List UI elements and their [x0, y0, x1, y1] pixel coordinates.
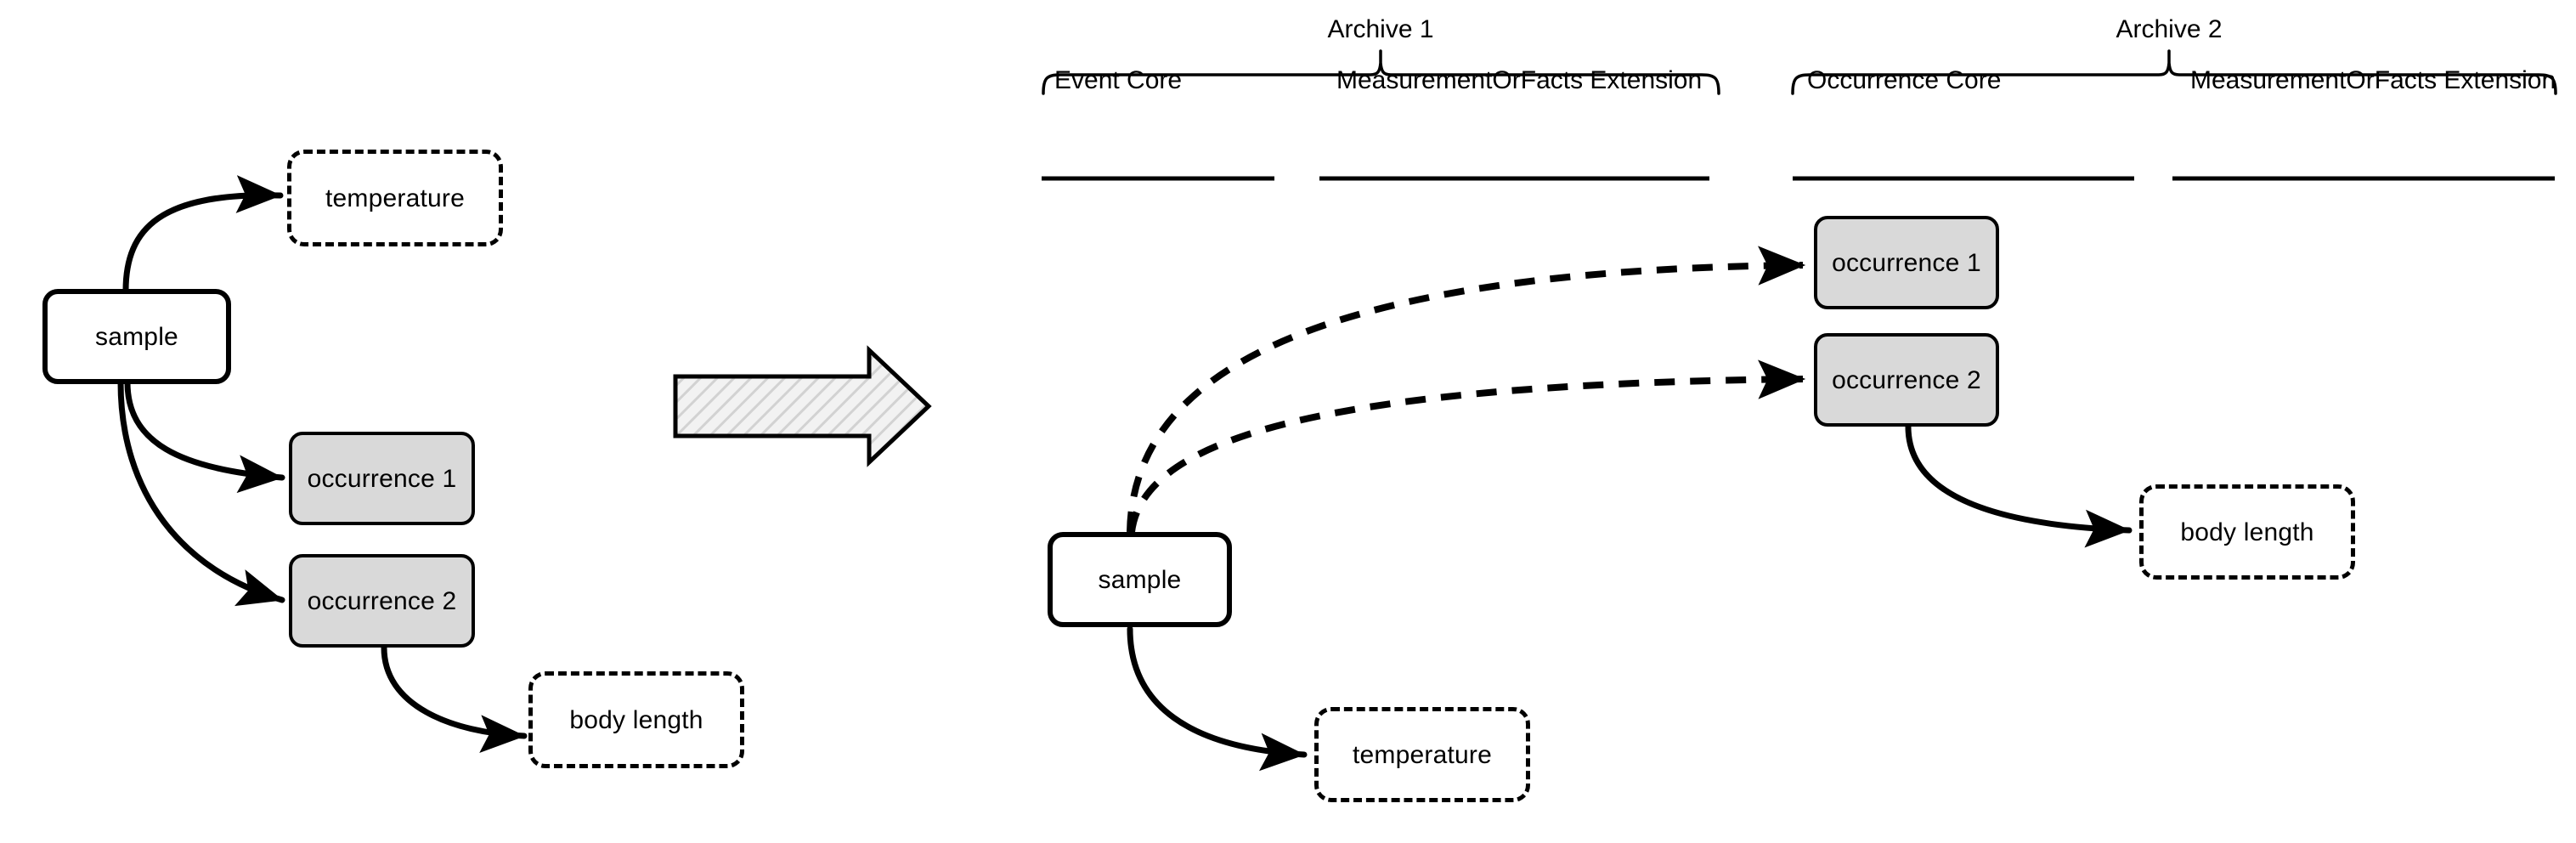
- connector-sample-to-occurrence-2: [117, 379, 285, 607]
- column-header-occurrence-core: Occurrence Core: [1807, 66, 2002, 94]
- node-temperature-left-label: temperature: [325, 184, 465, 212]
- node-sample-right[interactable]: sample: [1048, 532, 1232, 627]
- node-sample-right-label: sample: [1098, 565, 1182, 594]
- connector-occurrence2-to-body-length: [381, 644, 528, 753]
- column-header-mof-extension-2: MeasurementOrFacts Extension: [2190, 66, 2556, 94]
- node-temperature-left[interactable]: temperature: [287, 150, 503, 246]
- connector-sample-to-occurrence-1: [124, 379, 285, 494]
- node-body-length-left-label: body length: [569, 705, 703, 734]
- node-temperature-right-label: temperature: [1353, 740, 1492, 769]
- column-header-mof-extension-1: MeasurementOrFacts Extension: [1336, 66, 1703, 94]
- node-occurrence-1-left-label: occurrence 1: [307, 464, 457, 493]
- node-sample-left-label: sample: [95, 322, 178, 351]
- node-occurrence-2-left-label: occurrence 2: [307, 586, 457, 615]
- connector-occurrence2-to-body-length-right: [1905, 423, 2133, 548]
- node-temperature-right[interactable]: temperature: [1314, 707, 1530, 802]
- node-occurrence-2-right-label: occurrence 2: [1832, 365, 1981, 394]
- connector-sample-to-temperature: [122, 175, 284, 294]
- node-occurrence-2-left[interactable]: occurrence 2: [289, 554, 475, 648]
- transformation-arrow: [673, 345, 932, 467]
- node-sample-left[interactable]: sample: [42, 289, 231, 384]
- connector-sample-to-temperature-right: [1127, 625, 1308, 772]
- node-occurrence-1-right-label: occurrence 1: [1832, 248, 1981, 277]
- column-header-event-core: Event Core: [1054, 66, 1183, 94]
- node-occurrence-1-right[interactable]: occurrence 1: [1814, 216, 1999, 309]
- connector-sample-to-occurrence-2-right: [1128, 359, 1806, 533]
- node-body-length-right[interactable]: body length: [2139, 484, 2355, 580]
- archive-1-label: Archive 1: [1327, 15, 1434, 43]
- node-occurrence-1-left[interactable]: occurrence 1: [289, 432, 475, 525]
- node-occurrence-2-right[interactable]: occurrence 2: [1814, 333, 1999, 427]
- diagram-canvas: sample temperature occurrence 1 occurren…: [0, 0, 2576, 843]
- node-body-length-left[interactable]: body length: [528, 671, 744, 768]
- node-body-length-right-label: body length: [2180, 518, 2314, 546]
- diagram-vector-layer: [117, 49, 2557, 772]
- archive-2-label: Archive 2: [2116, 15, 2223, 43]
- connector-sample-to-occurrence-1-right: [1127, 246, 1806, 533]
